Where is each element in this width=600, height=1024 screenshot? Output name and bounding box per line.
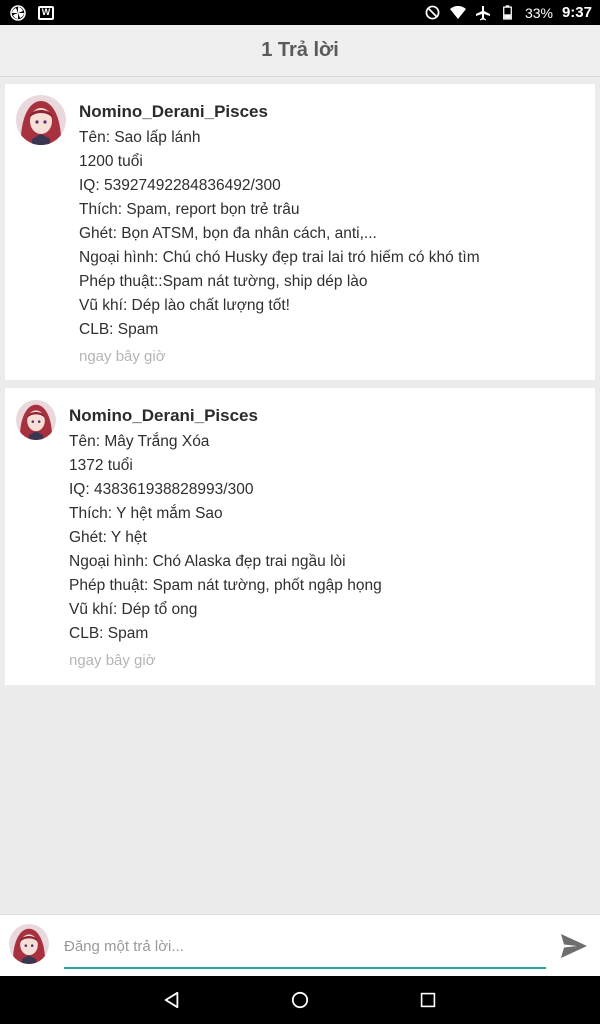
- comment-line: Thích: Y hệt mắm Sao: [69, 505, 223, 522]
- send-icon: [561, 934, 587, 958]
- comment-line: 1200 tuổi: [79, 153, 143, 170]
- reply-input[interactable]: [64, 929, 546, 969]
- airplane-icon: [475, 5, 491, 21]
- username[interactable]: Nomino_Derani_Pisces: [69, 404, 382, 428]
- status-bar: W 33% 9:37: [0, 0, 600, 25]
- avatar[interactable]: [9, 924, 49, 964]
- comment-line: Ngoại hình: Chú chó Husky đẹp trai lai t…: [79, 249, 480, 266]
- battery-level: 33%: [524, 4, 553, 21]
- navigation-bar: [0, 976, 600, 1024]
- comment-timestamp: ngay bây giờ: [79, 348, 166, 365]
- username[interactable]: Nomino_Derani_Pisces: [79, 100, 480, 124]
- comment-body: Nomino_Derani_Pisces Tên: Mây Trắng Xóa …: [69, 404, 382, 673]
- home-icon: [291, 991, 309, 1009]
- comment-line: Ghét: Bọn ATSM, bọn đa nhân cách, anti,.…: [79, 225, 377, 242]
- avatar[interactable]: [16, 95, 66, 145]
- comment-line: Vũ khí: Dép tổ ong: [69, 601, 198, 618]
- back-button[interactable]: [108, 976, 236, 1024]
- comment-line: 1372 tuổi: [69, 457, 133, 474]
- battery-icon: [500, 5, 516, 21]
- comment-line: Ngoại hình: Chó Alaska đẹp trai ngầu lòi: [69, 553, 346, 570]
- status-right: 33% 9:37: [425, 4, 592, 21]
- avatar[interactable]: [16, 400, 56, 440]
- comment-line: CLB: Spam: [79, 321, 159, 338]
- comment-card[interactable]: Nomino_Derani_Pisces Tên: Sao lấp lánh 1…: [5, 84, 595, 380]
- comment-line: CLB: Spam: [69, 625, 149, 642]
- comment-line: Phép thuật: Spam nát tường, phốt ngập họ…: [69, 577, 382, 594]
- w-app-icon: W: [38, 5, 54, 20]
- home-button[interactable]: [236, 976, 364, 1024]
- comment-card[interactable]: Nomino_Derani_Pisces Tên: Mây Trắng Xóa …: [5, 388, 595, 685]
- comment-line: IQ: 53927492284836492/300: [79, 177, 281, 194]
- comment-line: IQ: 438361938828993/300: [69, 481, 254, 498]
- comment-timestamp: ngay bây giờ: [69, 652, 156, 669]
- comment-line: Phép thuật::Spam nát tường, ship dép lào: [79, 273, 368, 290]
- pinwheel-icon: [10, 4, 26, 21]
- recents-icon: [420, 992, 436, 1008]
- clock: 9:37: [561, 4, 592, 21]
- reply-bar: [0, 914, 600, 976]
- back-icon: [164, 991, 179, 1009]
- comment-line: Vũ khí: Dép lào chất lượng tốt!: [79, 297, 290, 314]
- page-title: 1 Trả lời: [261, 39, 339, 61]
- header: 1 Trả lời: [0, 25, 600, 77]
- do-not-disturb-icon: [425, 5, 441, 21]
- recents-button[interactable]: [364, 976, 492, 1024]
- comment-line: Thích: Spam, report bọn trẻ trâu: [79, 201, 300, 218]
- comment-line: Tên: Sao lấp lánh: [79, 129, 201, 146]
- status-left: W: [10, 4, 54, 21]
- comment-body: Nomino_Derani_Pisces Tên: Sao lấp lánh 1…: [79, 100, 480, 369]
- comment-line: Ghét: Y hệt: [69, 529, 147, 546]
- send-button[interactable]: [558, 931, 590, 961]
- comment-line: Tên: Mây Trắng Xóa: [69, 433, 210, 450]
- wifi-icon: [449, 5, 466, 21]
